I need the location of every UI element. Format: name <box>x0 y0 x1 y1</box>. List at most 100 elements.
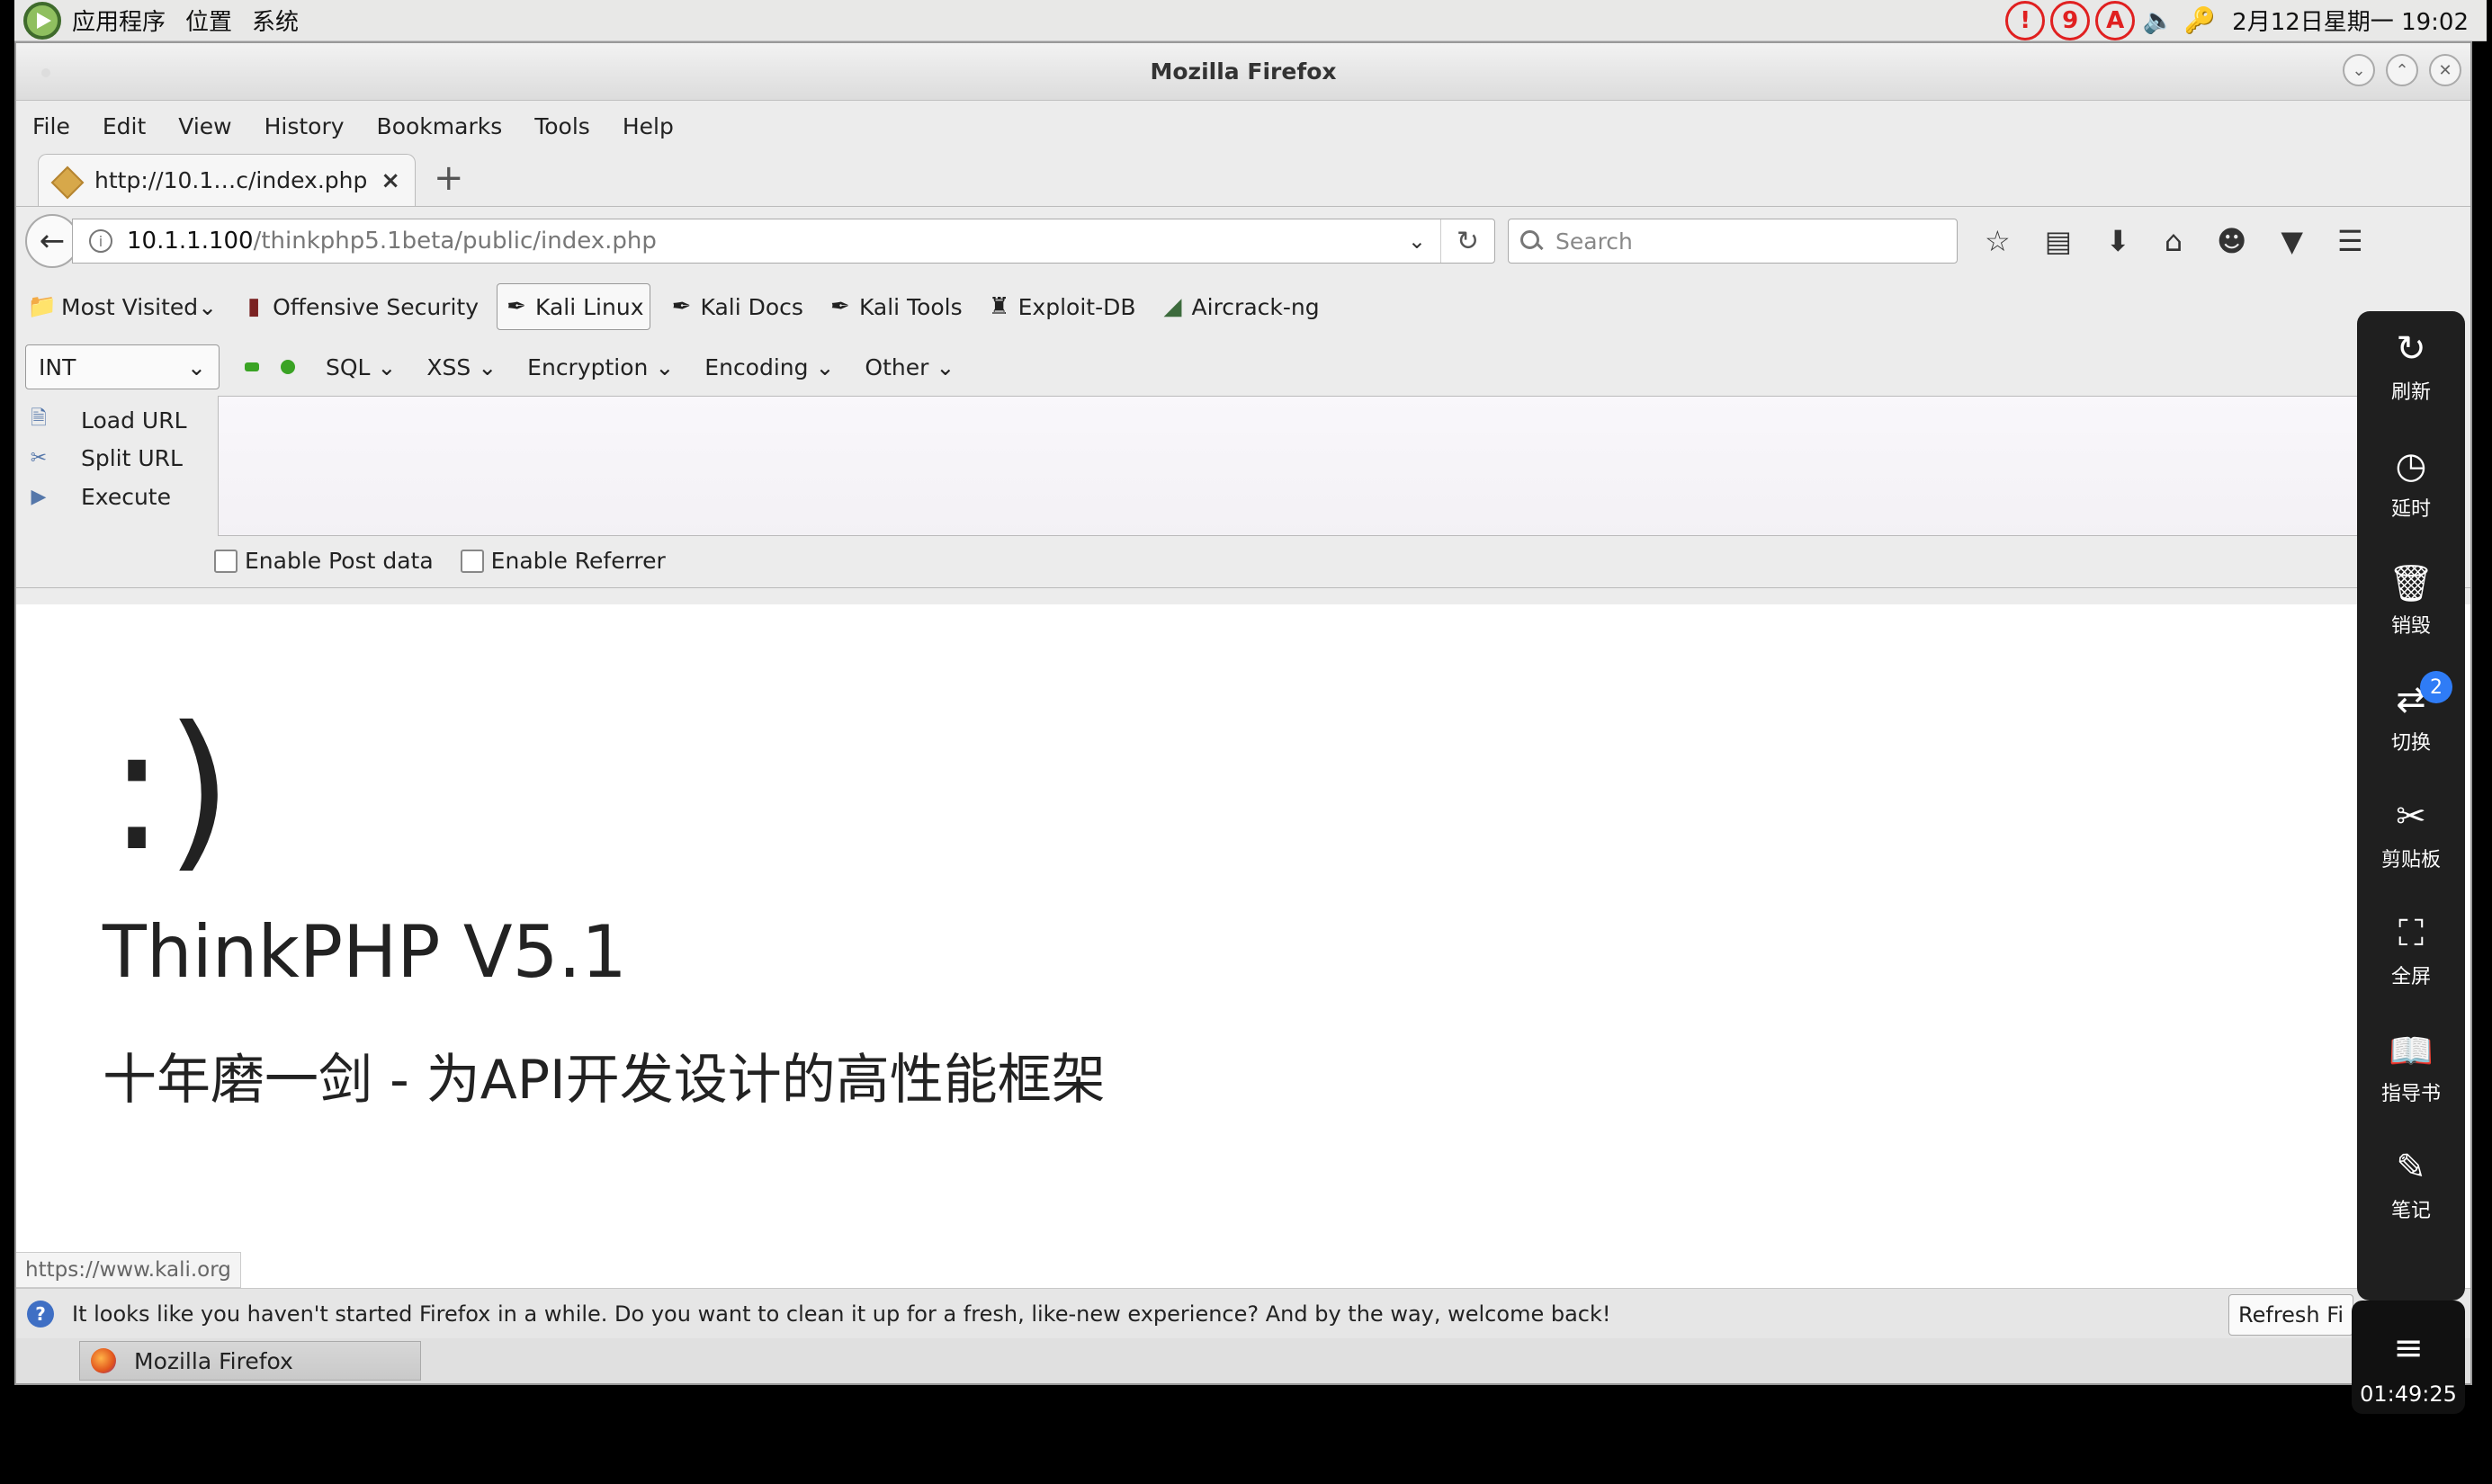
close-tab-icon[interactable]: × <box>381 167 400 194</box>
menu-places[interactable]: 位置 <box>185 4 232 37</box>
back-button[interactable]: ← <box>25 214 79 268</box>
menu-help[interactable]: Help <box>623 113 674 139</box>
bookmark-kali-tools[interactable]: ✒ Kali Tools <box>821 283 968 330</box>
tray-alert-icon[interactable]: ! <box>2005 0 2046 40</box>
tab-index-php[interactable]: http://10.1…c/index.php × <box>38 154 416 206</box>
menu-system[interactable]: 系统 <box>252 4 299 37</box>
pocket-icon[interactable]: ▼ <box>2281 224 2303 258</box>
menu-view[interactable]: View <box>178 113 231 139</box>
load-url-button[interactable]: 🗎 Load URL <box>25 407 207 434</box>
minimize-icon[interactable]: ⌄ <box>2343 54 2375 86</box>
bookmark-aircrack-ng[interactable]: ◢ Aircrack-ng <box>1154 283 1325 330</box>
clock[interactable]: 2月12日星期一 19:02 <box>2232 4 2469 37</box>
bookmark-label: Kali Docs <box>700 293 803 320</box>
sidebar-clipboard[interactable]: ✂ 剪贴板 <box>2357 793 2465 872</box>
sidebar-notes[interactable]: ✎ 笔记 <box>2357 1144 2465 1223</box>
system-logo-icon[interactable] <box>23 1 61 40</box>
status-link-preview: https://www.kali.org <box>16 1252 241 1288</box>
menu-edit[interactable]: Edit <box>103 113 146 139</box>
bookmark-exploit-db[interactable]: ♜ Exploit-DB <box>981 283 1142 330</box>
site-info-icon[interactable]: i <box>89 229 112 253</box>
tray-updates-icon[interactable]: 9 <box>2050 0 2091 40</box>
sidebar-collapse-timer[interactable]: ≡ 01:49:25 <box>2352 1301 2465 1414</box>
menu-bookmarks[interactable]: Bookmarks <box>377 113 503 139</box>
checkbox-box[interactable] <box>460 549 484 573</box>
trash-icon: 🗑 <box>2388 562 2434 604</box>
action-label: Load URL <box>81 407 187 434</box>
close-window-icon[interactable]: ✕ <box>2429 54 2461 86</box>
sidebar-switch[interactable]: ⇄ 切换 2 <box>2357 671 2465 755</box>
volume-icon[interactable]: 🔈 <box>2140 4 2176 37</box>
sidebar-fullscreen[interactable]: ⛶ 全屏 <box>2357 910 2465 989</box>
network-icon[interactable]: 🔑 <box>2182 4 2218 37</box>
new-tab-button[interactable]: + <box>434 157 464 199</box>
menu-tools[interactable]: Tools <box>534 113 590 139</box>
menu-label: Encoding <box>704 353 809 380</box>
bookmark-offensive-security[interactable]: ▮ Offensive Security <box>235 283 484 330</box>
page-subtitle: 十年磨一剑 - 为API开发设计的高性能框架 <box>103 1049 1106 1112</box>
bookmark-kali-linux[interactable]: ✒ Kali Linux <box>497 283 650 330</box>
bookmark-most-visited[interactable]: 📁 Most Visited ⌄ <box>23 283 222 330</box>
bookmark-kali-docs[interactable]: ✒ Kali Docs <box>663 283 809 330</box>
increment-icon[interactable] <box>281 360 295 374</box>
bookmark-star-icon[interactable]: ☆ <box>1985 224 2011 258</box>
url-path: /thinkphp5.1beta/public/index.php <box>253 228 657 255</box>
system-tray: ! 9 A 🔈 🔑 2月12日星期一 19:02 <box>2005 0 2487 40</box>
decrement-icon[interactable] <box>245 362 259 371</box>
sidebar-label: 剪贴板 <box>2380 849 2441 872</box>
search-input[interactable]: Search <box>1508 219 1958 264</box>
split-url-button[interactable]: ✂ Split URL <box>25 445 207 472</box>
scissors-icon: ✂ <box>2396 796 2426 837</box>
sidebar-guide[interactable]: 📖 指导书 <box>2357 1027 2465 1106</box>
refresh-firefox-button[interactable]: Refresh Fi <box>2228 1294 2353 1336</box>
sidebar-label: 刷新 <box>2390 381 2431 404</box>
bottom-taskbar: Mozilla Firefox <box>16 1338 2470 1383</box>
hackbar-menu-sql[interactable]: SQL ⌄ <box>326 354 396 380</box>
sidebar-destroy[interactable]: 🗑 销毁 <box>2357 559 2465 639</box>
url-bar[interactable]: i 10.1.1.100/thinkphp5.1beta/public/inde… <box>72 219 1495 264</box>
window-titlebar[interactable]: Mozilla Firefox ⌄ ⌃ ✕ <box>16 43 2470 101</box>
menu-label: XSS <box>426 353 471 380</box>
enable-referrer-checkbox[interactable]: Enable Referrer <box>460 548 666 574</box>
taskbar-firefox-button[interactable]: Mozilla Firefox <box>79 1341 421 1381</box>
hackbar-menu-encryption[interactable]: Encryption ⌄ <box>527 354 674 380</box>
execute-button[interactable]: ▶ Execute <box>25 484 207 511</box>
menu-file[interactable]: File <box>32 113 70 139</box>
checkbox-box[interactable] <box>214 549 238 573</box>
search-placeholder: Search <box>1555 228 1633 255</box>
clock-icon: ◷ <box>2395 445 2427 487</box>
maximize-icon[interactable]: ⌃ <box>2386 54 2418 86</box>
hackbar-menu-xss[interactable]: XSS ⌄ <box>426 354 497 380</box>
smiley-text: :) <box>108 690 233 889</box>
search-icon <box>1519 229 1543 253</box>
menu-history[interactable]: History <box>264 113 345 139</box>
bookmark-label: Offensive Security <box>273 293 480 320</box>
page-title: ThinkPHP V5.1 <box>103 910 627 994</box>
url-dropdown-icon[interactable]: ⌄ <box>1408 228 1426 254</box>
hackbar-menu-encoding[interactable]: Encoding ⌄ <box>704 354 834 380</box>
question-icon: ? <box>27 1300 54 1328</box>
enable-post-data-checkbox[interactable]: Enable Post data <box>214 548 434 574</box>
bookmark-label: Kali Tools <box>858 293 963 320</box>
reload-icon[interactable]: ↻ <box>1440 219 1494 263</box>
chat-icon[interactable]: ☻ <box>2217 224 2246 258</box>
hackbar-menu-other[interactable]: Other ⌄ <box>865 354 955 380</box>
hackbar-url-textarea[interactable] <box>218 396 2389 536</box>
tab-title: http://10.1…c/index.php <box>94 167 368 193</box>
home-icon[interactable]: ⌂ <box>2165 224 2183 258</box>
sidebar-label: 延时 <box>2390 498 2431 521</box>
sidebar-refresh[interactable]: ↻ 刷新 <box>2357 326 2465 405</box>
toolbar-icons: ☆ ▤ ⬇ ⌂ ☻ ▼ ☰ <box>1985 224 2363 258</box>
menu-applications[interactable]: 应用程序 <box>72 4 166 37</box>
tray-keyboard-icon[interactable]: A <box>2095 0 2136 40</box>
downloads-icon[interactable]: ⬇ <box>2106 224 2130 258</box>
checkbox-label: Enable Post data <box>245 548 434 574</box>
bookmark-label: Exploit-DB <box>1017 293 1136 320</box>
sidebar-delay[interactable]: ◷ 延时 <box>2357 443 2465 522</box>
reading-list-icon[interactable]: ▤ <box>2045 224 2072 258</box>
sidebar-label: 销毁 <box>2390 615 2431 638</box>
hackbar-type-select[interactable]: INT ⌄ <box>25 344 220 389</box>
window-menu-dot-icon[interactable] <box>41 68 50 77</box>
hamburger-menu-icon[interactable]: ☰ <box>2337 224 2363 258</box>
sidebar-label: 笔记 <box>2390 1200 2431 1222</box>
